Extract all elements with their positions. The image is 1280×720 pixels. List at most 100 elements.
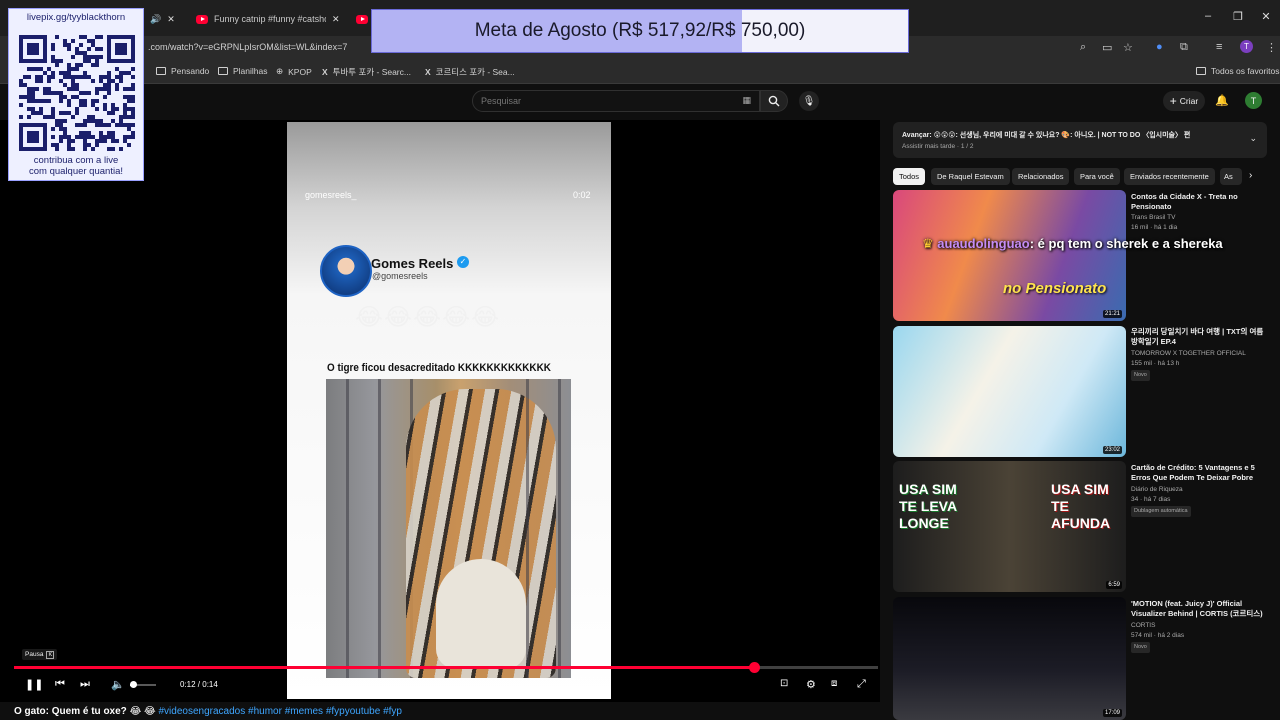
extensions-puzzle-icon[interactable]: ⧉ [1180,41,1188,54]
account-avatar[interactable]: T [1245,92,1262,109]
qr-title: livepix.gg/tyyblackthorn [26,12,126,23]
progress-bar[interactable] [14,662,878,673]
qr-caption-line: com qualquer quantia! [28,166,123,177]
reel-caption: O tigre ficou desacreditado KKKKKKKKKKKK… [327,362,551,374]
profile-avatar[interactable]: T [1240,40,1253,53]
bookmark-cortis[interactable]: X 코르티스 포카 - Sea... [425,66,515,78]
close-icon[interactable]: ✕ [167,14,175,25]
miniplayer-button[interactable]: ⧈ [831,678,837,689]
youtube-favicon-icon [196,14,208,24]
mic-icon: 🎙 [802,95,816,107]
create-label: Criar [1179,96,1199,106]
gear-icon: ⚙ [806,679,816,691]
video-stats: 34 · há 7 dias [1131,496,1171,503]
bookmark-label: Todos os favoritos [1211,66,1280,76]
playlist-panel[interactable]: Avançar: 😲😲😲: 선생님, 우리에 미대 갈 수 있나요? 🎨: 아니… [893,122,1267,158]
video-thumbnail[interactable]: 23:02 [893,326,1126,457]
mute-button[interactable]: 🔈 [111,678,125,691]
new-badge: Novo [1131,370,1150,381]
thumbnail-text-right: USA SIM TE AFUNDA [1051,481,1111,531]
url-field[interactable]: .com/watch?v=eGRPNLpIsrOM&list=WL&index=… [148,42,347,52]
fullscreen-button[interactable]: ⤢ [857,678,866,691]
chip-from-channel[interactable]: De Raquel Estevam [931,168,1010,185]
video-channel[interactable]: Diário de Riqueza [1131,485,1266,494]
cast-icon[interactable]: ▭ [1102,41,1112,54]
settings-button[interactable]: ⚙ [806,678,816,691]
notifications-bell-icon[interactable]: 🔔 [1215,94,1229,107]
bookmark-txt[interactable]: X 투바투 포카 - Searc... [322,66,411,78]
video-channel[interactable]: TOMORROW X TOGETHER OFFICIAL [1131,349,1266,358]
folder-icon [1196,67,1206,75]
chat-text: : é pq tem o sherek e a shereka [1029,236,1223,251]
extension-icon[interactable]: ● [1156,41,1163,53]
tab-funny-catnip[interactable]: Funny catnip #funny #catshorts ✕ [196,8,356,30]
volume-handle[interactable] [129,681,137,688]
crown-icon: ♛ [922,236,934,251]
menu-icon[interactable]: ⋮ [1266,41,1277,54]
chevron-right-icon[interactable]: › [1249,170,1252,181]
video-duration: 17:09 [1102,709,1122,717]
previous-button[interactable]: ⏮ [55,678,65,691]
video-thumbnail[interactable]: USA SIM TE LEVA LONGE USA SIM TE AFUNDA … [893,461,1126,592]
voice-search-button[interactable]: 🎙 [799,91,819,111]
bookmark-label: Pensando [171,66,210,76]
video-duration: 21:21 [1102,310,1122,318]
folder-icon [156,67,166,75]
video-channel[interactable]: Trans Brasil TV [1131,213,1266,222]
audio-icon[interactable]: 🔊 [150,14,161,25]
bookmark-kpop[interactable]: ⊕ KPOP [276,66,312,77]
chip-recently-uploaded[interactable]: Enviados recentemente [1124,168,1215,185]
video-title[interactable]: Contos da Cidade X - Treta no Pensionato [1131,192,1266,212]
video-title[interactable]: Cartão de Crédito: 5 Vantagens e 5 Erros… [1131,463,1266,483]
tab-search-icon[interactable]: ≡ [1216,41,1222,53]
chip-all[interactable]: Todos [893,168,926,185]
video-badge: Novo [1131,642,1266,653]
keyboard-icon[interactable]: ▦ [742,95,751,106]
bookmark-label: Planilhas [233,66,268,76]
close-window-icon[interactable]: ✕ [1256,10,1276,23]
tab-youtube[interactable] [356,8,370,30]
next-button[interactable]: ⏭ [80,678,90,691]
search-input[interactable] [481,96,721,106]
pause-button[interactable]: ❚❚ [25,678,43,691]
bookmark-label: KPOP [288,66,312,77]
video-channel[interactable]: CORTIS [1131,621,1266,630]
create-button[interactable]: + Criar [1163,91,1205,111]
zoom-icon[interactable]: ⌕ [1080,41,1086,54]
volume-icon: 🔈 [111,679,125,691]
reel-avatar [320,245,372,297]
subtitles-button[interactable]: ⊡ [780,678,788,689]
video-thumbnail[interactable]: 17:09 [893,597,1126,720]
video-badge: Dublagem automática [1131,506,1266,517]
video-hashtags[interactable]: #videosengracados #humor #memes #fypyout… [159,706,402,717]
skip-previous-icon: ⏮ [55,678,65,690]
volume-slider[interactable] [129,681,156,688]
chip-related[interactable]: Relacionados [1012,168,1070,185]
reel-emoji-row: 😂😂😂😂😂 [355,304,501,331]
bookmark-star-icon[interactable]: ☆ [1123,41,1133,54]
chip-for-you[interactable]: Para você [1074,168,1120,185]
time-display: 0:12 / 0:14 [180,680,218,689]
subtitles-icon: ⊡ [780,678,789,689]
video-title[interactable]: 우리끼리 당일치기 바다 여행 | TXT의 여름방학일기 EP.4 [1131,327,1266,347]
search-button[interactable] [760,90,788,112]
tiger-muzzle [436,559,526,669]
thumbnail-text: no Pensionato [1003,280,1107,297]
reel-username: @gomesreels [372,271,428,281]
video-duration: 6:59 [1106,581,1122,589]
bookmark-pensando[interactable]: Pensando [156,66,209,76]
maximize-icon[interactable]: ❐ [1228,10,1248,23]
minimize-icon[interactable]: – [1198,10,1218,22]
search-box: ▦ [472,90,760,112]
skip-next-icon: ⏭ [80,678,90,690]
chip-more[interactable]: As [1220,168,1242,185]
chat-username: auaudolinguao [937,236,1030,251]
pause-tooltip: Pausa K [22,649,58,660]
video-title[interactable]: 'MOTION (feat. Juicy J)' Official Visual… [1131,599,1266,619]
plus-icon: + [1169,94,1177,108]
tab-audio[interactable]: 🔊 ✕ [150,8,186,30]
bookmark-all-favorites[interactable]: Todos os favoritos [1196,66,1280,76]
close-icon[interactable]: ✕ [332,14,340,25]
chevron-down-icon[interactable]: ⌄ [1249,133,1257,144]
bookmark-planilhas[interactable]: Planilhas [218,66,268,76]
